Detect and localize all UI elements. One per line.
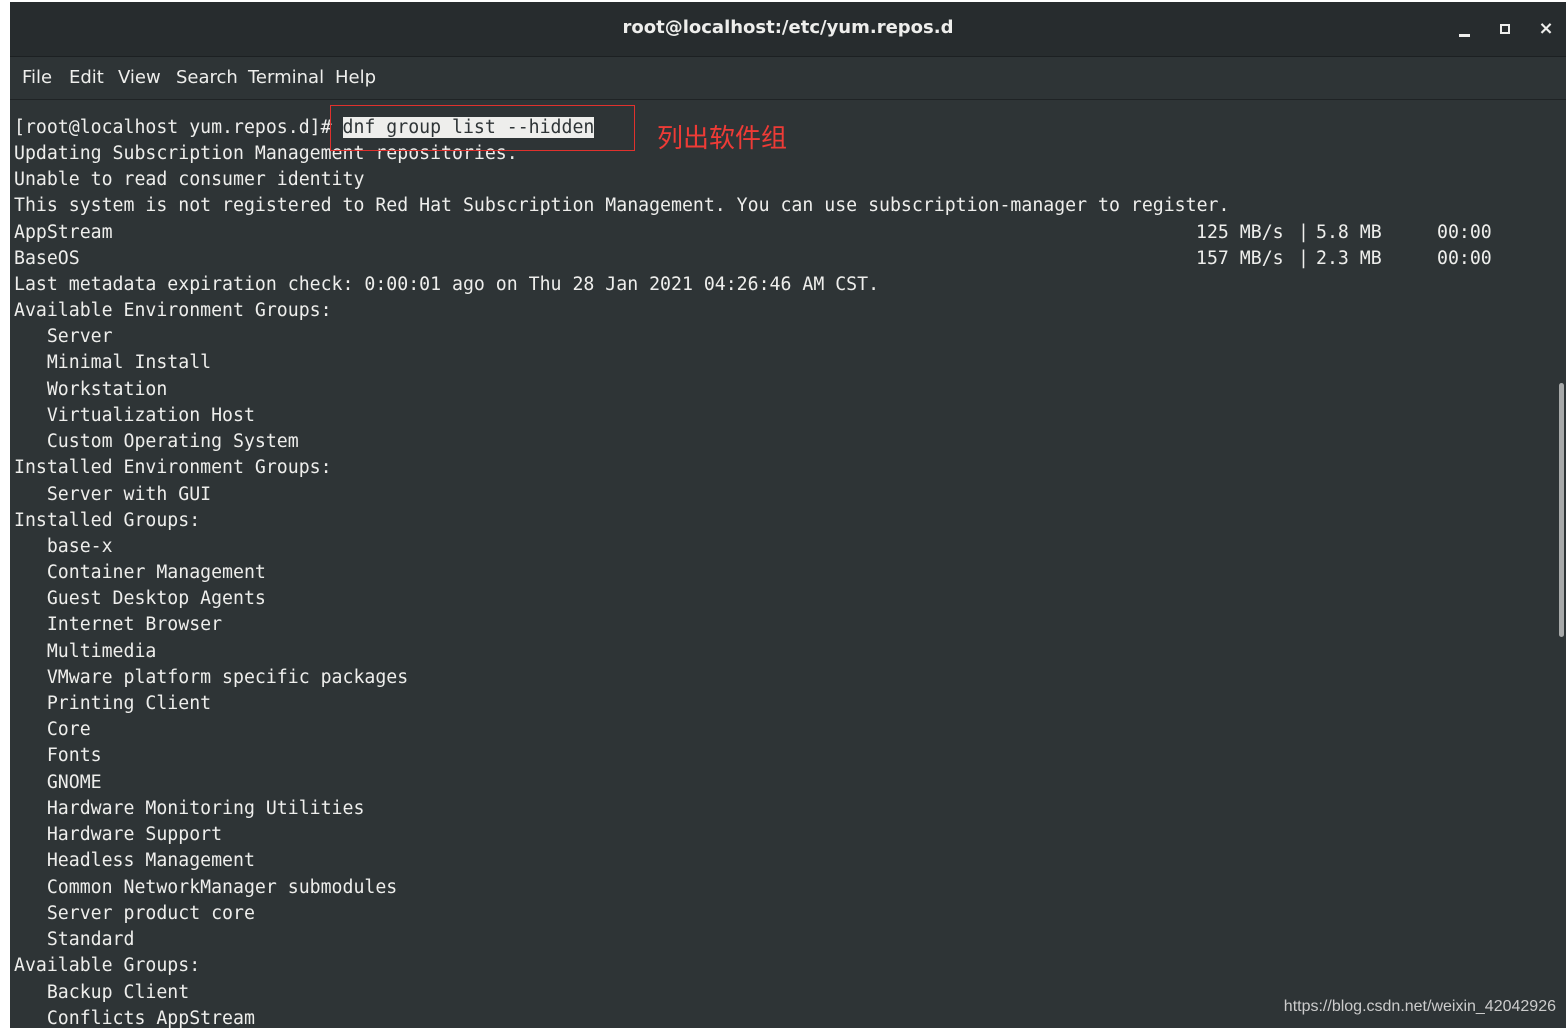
repo-speed: 157 MB/s	[1196, 248, 1284, 269]
minimize-icon	[1458, 33, 1470, 37]
output-line: Custom Operating System	[14, 431, 299, 452]
output-line: Fonts	[14, 745, 102, 766]
repo-separator: |	[1298, 222, 1309, 243]
output-line: Virtualization Host	[14, 405, 255, 426]
menu-view[interactable]: View	[118, 67, 161, 88]
menu-terminal[interactable]: Terminal	[248, 67, 324, 88]
output-line: Container Management	[14, 562, 266, 583]
left-border	[0, 0, 10, 1028]
repo-time: 00:00	[1437, 222, 1492, 243]
output-line: Headless Management	[14, 850, 255, 871]
output-line: Minimal Install	[14, 352, 212, 373]
output-line: Guest Desktop Agents	[14, 588, 266, 609]
repo-size: 5.8 MB	[1316, 222, 1382, 243]
menu-search[interactable]: Search	[176, 67, 238, 88]
annotation-label: 列出软件组	[657, 124, 788, 154]
maximize-button[interactable]	[1488, 12, 1522, 46]
terminal-window: root@localhost:/etc/yum.repos.d × File E…	[10, 2, 1566, 1028]
repo-time: 00:00	[1437, 248, 1492, 269]
output-line: Conflicts AppStream	[14, 1008, 255, 1028]
scrollbar-thumb[interactable]	[1559, 383, 1564, 637]
output-line: Hardware Support	[14, 824, 223, 845]
output-line: Common NetworkManager submodules	[14, 877, 398, 898]
close-button[interactable]: ×	[1529, 12, 1563, 46]
output-line: base-x	[14, 536, 113, 557]
repo-speed: 125 MB/s	[1196, 222, 1284, 243]
annotation-highlight-box	[330, 105, 635, 151]
terminal-output[interactable]: [root@localhost yum.repos.d]# dnf group …	[10, 100, 1558, 1028]
output-line: Core	[14, 719, 91, 740]
output-line: GNOME	[14, 772, 102, 793]
close-icon: ×	[1538, 18, 1554, 39]
menubar: File Edit View Search Terminal Help	[10, 57, 1566, 100]
window-title: root@localhost:/etc/yum.repos.d	[622, 17, 954, 38]
watermark: https://blog.csdn.net/weixin_42042926	[1283, 998, 1556, 1015]
output-line: Installed Environment Groups:	[14, 457, 332, 478]
output-line: Available Environment Groups:	[14, 300, 332, 321]
output-line: Standard	[14, 929, 135, 950]
maximize-icon	[1500, 24, 1510, 34]
output-line: Unable to read consumer identity	[14, 169, 365, 190]
menu-help[interactable]: Help	[335, 67, 376, 88]
output-line: Server with GUI	[14, 484, 212, 505]
output-line: This system is not registered to Red Hat…	[14, 195, 1230, 216]
output-line: Printing Client	[14, 693, 212, 714]
output-line: Available Groups:	[14, 955, 201, 976]
menu-file[interactable]: File	[22, 67, 52, 88]
titlebar: root@localhost:/etc/yum.repos.d ×	[10, 2, 1566, 57]
output-line: BaseOS	[14, 248, 80, 269]
output-line: Hardware Monitoring Utilities	[14, 798, 365, 819]
shell-prompt: [root@localhost yum.repos.d]#	[14, 117, 343, 138]
output-line: Workstation	[14, 379, 168, 400]
menu-edit[interactable]: Edit	[69, 67, 104, 88]
output-line: AppStream	[14, 222, 113, 243]
output-line: VMware platform specific packages	[14, 667, 409, 688]
output-line: Installed Groups:	[14, 510, 201, 531]
repo-size: 2.3 MB	[1316, 248, 1382, 269]
output-line: Last metadata expiration check: 0:00:01 …	[14, 274, 880, 295]
output-line: Backup Client	[14, 982, 190, 1003]
vertical-scrollbar[interactable]	[1558, 100, 1566, 1028]
output-line: Internet Browser	[14, 614, 223, 635]
repo-separator: |	[1298, 248, 1309, 269]
output-line: Server	[14, 326, 113, 347]
minimize-button[interactable]	[1447, 12, 1481, 46]
output-line: Multimedia	[14, 641, 157, 662]
output-line: Server product core	[14, 903, 255, 924]
